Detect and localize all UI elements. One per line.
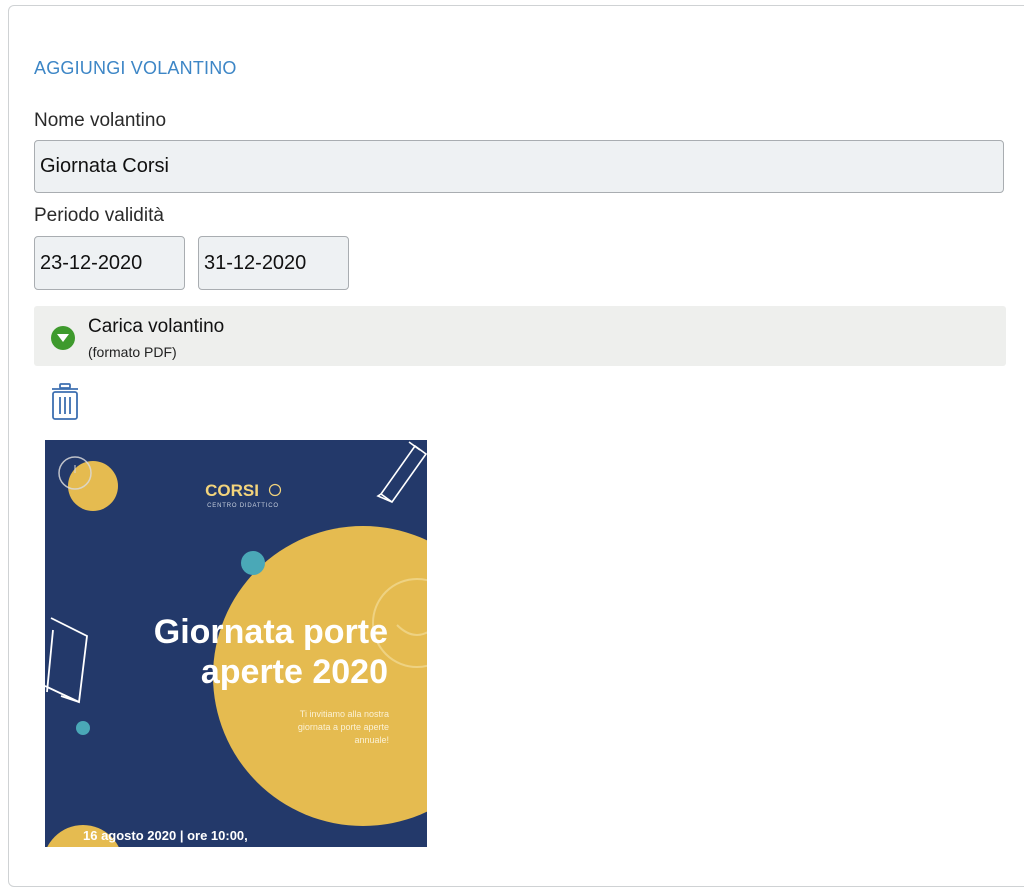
flyer-teal-dot-1 xyxy=(241,551,265,575)
name-label: Nome volantino xyxy=(34,110,167,131)
section-title: AGGIUNGI VOLANTINO xyxy=(34,58,237,78)
chevron-down-circle-icon xyxy=(51,326,75,350)
flyer-brand-sub: CENTRO DIDATTICO xyxy=(207,503,279,509)
upload-subtitle: (formato PDF) xyxy=(88,344,177,360)
flyer-preview-image: CORSI CENTRO DIDATTICO Giornata porte ap… xyxy=(45,440,427,847)
date-from-input[interactable] xyxy=(34,236,185,290)
flyer-date-line: 16 agosto 2020 | ore 10:00, xyxy=(83,828,248,843)
flyer-teal-dot-2 xyxy=(76,721,90,735)
date-to-input[interactable] xyxy=(198,236,349,290)
flyer-brand: CORSI xyxy=(205,481,259,500)
upload-title: Carica volantino xyxy=(88,316,225,337)
flyer-title-line1: Giornata porte xyxy=(154,613,388,651)
flyer-body-line2: giornata a porte aperte xyxy=(298,722,389,732)
flyer-body-line1: Ti invitiamo alla nostra xyxy=(300,709,389,719)
period-label: Periodo validità xyxy=(34,205,164,226)
trash-icon[interactable] xyxy=(50,383,80,421)
flyer-name-input[interactable] xyxy=(34,140,1004,193)
upload-flyer-button[interactable]: Carica volantino (formato PDF) xyxy=(34,306,1006,366)
flyer-title-line2: aperte 2020 xyxy=(201,653,388,691)
flyer-body-line3: annuale! xyxy=(354,735,389,745)
